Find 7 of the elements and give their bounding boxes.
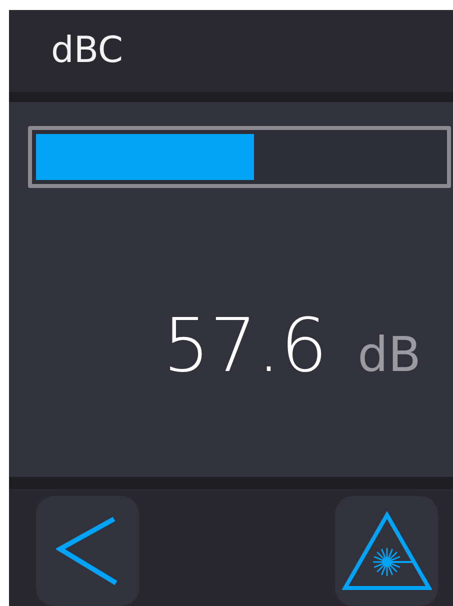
back-button[interactable] bbox=[36, 496, 139, 606]
back-icon bbox=[56, 516, 120, 586]
laser-button[interactable] bbox=[335, 496, 438, 606]
sound-level-value: 57.6 bbox=[162, 302, 328, 389]
mode-title: dBC bbox=[51, 30, 124, 72]
unit-label: dB bbox=[358, 326, 421, 383]
laser-warning-icon bbox=[342, 511, 432, 591]
